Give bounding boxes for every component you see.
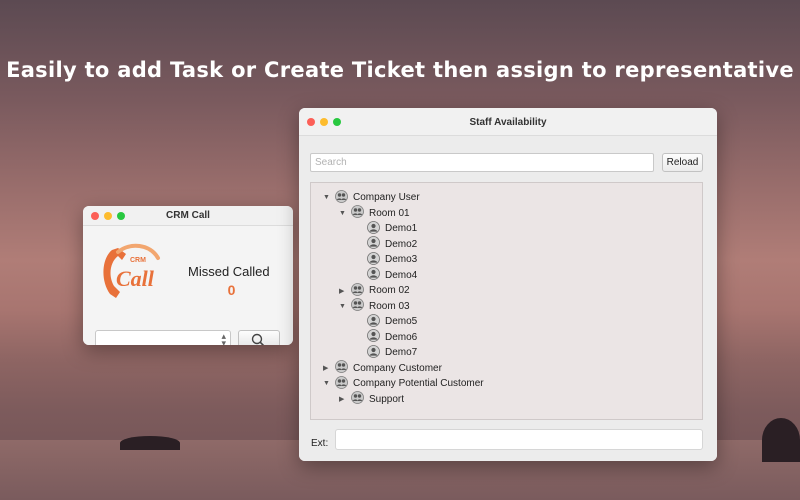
crm-select[interactable]: ▴ ▾ [95,330,231,345]
group-icon [351,391,369,407]
tree-user-node[interactable]: ▶Demo6 [355,329,418,345]
staff-availability-window: Staff Availability Search Reload ▼ Compan… [299,108,717,461]
tree-node-label: Room 03 [369,300,410,312]
user-icon [367,251,385,268]
reload-button[interactable]: Reload [662,153,703,172]
group-icon [351,282,369,299]
tree-user-node[interactable]: ▶Demo1 [355,220,418,237]
crm-call-logo: CRM Call [103,243,160,298]
staff-body: Search Reload ▼Company User▼Room 01▶Demo… [299,136,717,461]
user-icon [367,220,385,237]
staff-window-title: Staff Availability [469,117,547,128]
group-icon [335,360,353,376]
user-icon [367,344,385,361]
tree-group-node[interactable]: ▶ Room 02 [339,282,410,299]
up-down-chevron-icon: ▴ ▾ [221,331,226,346]
staff-titlebar[interactable]: Staff Availability [299,108,717,136]
tree-group-node[interactable]: ▼ Company User [323,189,420,206]
tree-user-node[interactable]: ▶Demo2 [355,236,418,252]
disclosure-collapsed-icon[interactable]: ▶ [339,287,351,295]
tree-node-label: Room 01 [369,207,410,219]
tree-node-label: Room 02 [369,285,410,296]
tree-node-label: Company Customer [353,362,442,374]
staff-tree: ▼Company User▼Room 01▶Demo1▶Demo2▶Demo3▶… [310,182,703,420]
island-right [762,418,800,462]
tree-group-node[interactable]: ▼ Company Potential Customer [323,375,484,392]
disclosure-expanded-icon[interactable]: ▼ [323,380,335,387]
crm-window-title: CRM Call [166,210,210,221]
missed-called-label: Missed Called [188,264,270,279]
tree-node-label: Support [369,393,405,405]
tree-node-label: Demo5 [385,316,418,327]
disclosure-collapsed-icon[interactable]: ▶ [323,364,335,372]
disclosure-expanded-icon[interactable]: ▼ [323,194,335,201]
group-icon [335,189,353,206]
crm-call-window: CRM Call CRM Call Missed Called 0 ▴ ▾ [83,206,293,345]
tree-node-label: Company Potential Customer [353,378,484,389]
user-icon [367,313,385,330]
tree-user-node[interactable]: ▶Demo7 [355,344,418,361]
tree-user-node[interactable]: ▶Demo3 [355,251,418,268]
crm-titlebar[interactable]: CRM Call [83,206,293,226]
tree-user-node[interactable]: ▶Demo5 [355,313,418,330]
tree-group-node[interactable]: ▶ Support [339,391,405,407]
crm-search-button[interactable] [238,330,280,345]
group-icon [335,375,353,392]
ext-label: Ext: [311,438,329,449]
logo-small-text: CRM [130,257,146,264]
tree-group-node[interactable]: ▼ Room 01 [339,205,410,221]
tree-group-node[interactable]: ▶ Company Customer [323,360,442,376]
tree-user-node[interactable]: ▶Demo4 [355,267,418,283]
group-icon [351,298,369,314]
tree-node-label: Demo2 [385,238,418,250]
tree-node-label: Demo1 [385,223,418,234]
disclosure-expanded-icon[interactable]: ▼ [339,303,351,310]
search-input[interactable]: Search [310,153,654,172]
tree-node-label: Demo6 [385,331,418,343]
user-icon [367,236,385,252]
user-icon [367,329,385,345]
crm-body: CRM Call Missed Called 0 ▴ ▾ [83,226,293,345]
user-icon [367,267,385,283]
magnifier-icon [251,333,265,345]
logo-main-text: Call [116,266,155,291]
island-left [120,436,180,450]
ext-input[interactable] [335,429,703,450]
disclosure-collapsed-icon[interactable]: ▶ [339,395,351,403]
tree-node-label: Demo7 [385,347,418,358]
group-icon [351,205,369,221]
tree-node-label: Company User [353,192,420,203]
tree-node-label: Demo3 [385,254,418,265]
tree-node-label: Demo4 [385,269,418,281]
disclosure-expanded-icon[interactable]: ▼ [339,210,351,217]
missed-called-count: 0 [227,282,236,298]
headline: Easily to add Task or Create Ticket then… [6,58,794,82]
tree-group-node[interactable]: ▼ Room 03 [339,298,410,314]
